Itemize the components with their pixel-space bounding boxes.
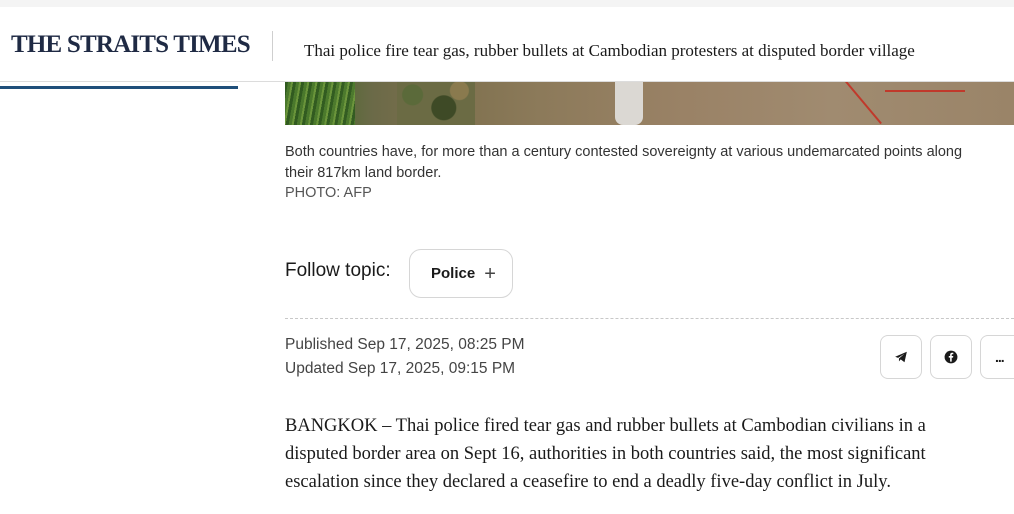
article-photo xyxy=(285,82,1014,125)
header-divider xyxy=(272,31,273,61)
share-facebook-button[interactable] xyxy=(930,335,972,379)
article-line: escalation since they declared a ceasefi… xyxy=(285,472,891,492)
share-more-button[interactable]: ... xyxy=(980,335,1014,379)
section-divider xyxy=(285,318,1014,319)
telegram-icon xyxy=(895,351,907,363)
site-logo[interactable]: THE STRAITS TIMES xyxy=(11,31,251,59)
article-line: BANGKOK – Thai police fired tear gas and… xyxy=(285,416,926,436)
header-headline: Thai police fire tear gas, rubber bullet… xyxy=(304,41,915,60)
photo-soldier xyxy=(397,82,475,125)
site-header: THE STRAITS TIMES Thai police fire tear … xyxy=(0,0,1014,89)
photo-caption: Both countries have, for more than a cen… xyxy=(285,142,1014,184)
updated-date: Updated Sep 17, 2025, 09:15 PM xyxy=(285,360,516,377)
caption-line: Both countries have, for more than a cen… xyxy=(285,144,963,160)
facebook-icon xyxy=(944,350,958,364)
topic-label: Police xyxy=(431,265,476,282)
more-icon: ... xyxy=(995,349,1005,365)
share-telegram-button[interactable] xyxy=(880,335,922,379)
photo-grass xyxy=(285,82,355,125)
caption-line: their 817km land border. xyxy=(285,165,442,181)
follow-topic-label: Follow topic: xyxy=(285,260,391,281)
photo-rope xyxy=(845,82,882,125)
plus-icon: + xyxy=(484,262,496,285)
photo-credit: PHOTO: AFP xyxy=(285,185,372,201)
logo-underline xyxy=(0,86,238,89)
article-line: disputed border area on Sept 16, authori… xyxy=(285,444,926,464)
published-date: Published Sep 17, 2025, 08:25 PM xyxy=(285,336,525,353)
follow-topic-police-button[interactable]: Police + xyxy=(409,249,513,298)
article-body: BANGKOK – Thai police fired tear gas and… xyxy=(285,412,1014,496)
photo-rope-2 xyxy=(885,90,965,92)
photo-chair xyxy=(615,82,643,125)
